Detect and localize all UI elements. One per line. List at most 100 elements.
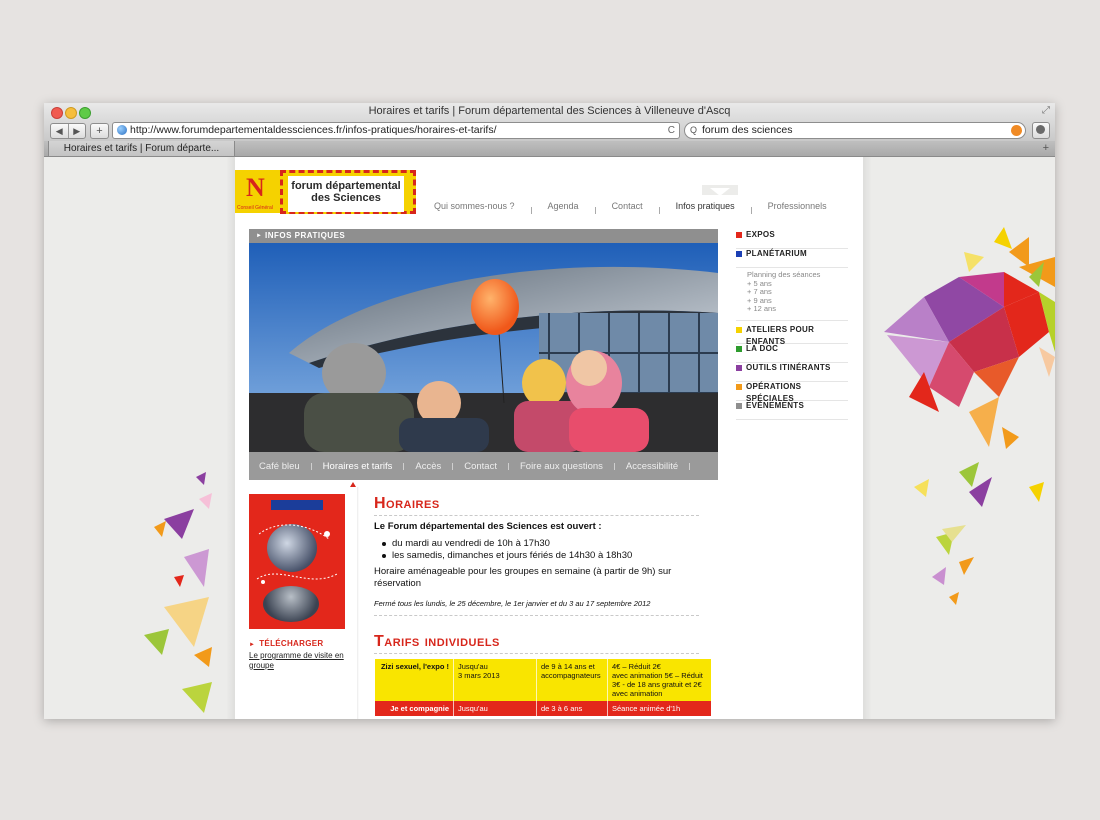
divider xyxy=(374,515,699,516)
download-heading: ► Télécharger xyxy=(249,639,323,648)
nav-separator xyxy=(750,207,752,214)
category-color-square xyxy=(736,383,742,390)
planetarium-submenu: Planning des séances + 5 ans + 7 ans + 9 an… xyxy=(736,268,848,321)
tarif-cell-price: Séance animée d'1h xyxy=(607,701,711,716)
nav-separator xyxy=(658,207,660,214)
sidebar-item-operations-speciales[interactable]: Opérations spéciales xyxy=(736,382,848,403)
tarif-cell-date: Jusqu'au xyxy=(453,701,537,716)
subnav-pointer xyxy=(350,482,356,487)
snapback-icon[interactable] xyxy=(1011,125,1022,136)
subnav-separator xyxy=(310,462,312,470)
forum-logo-text: forum départemental des Sciences xyxy=(288,176,404,212)
sidebar-item-la-doc[interactable]: La doc xyxy=(736,344,848,363)
submenu-item-12-ans[interactable]: + 12 ans xyxy=(747,304,848,314)
nav-item-professionnels[interactable]: Professionnels xyxy=(768,201,827,215)
tarif-cell-name: Je et compagnie xyxy=(374,701,454,716)
tarif-cell-name: Zizi sexuel, l'expo ! xyxy=(374,659,454,701)
hero-photo xyxy=(249,243,718,452)
subnav-item-horaires-et-tarifs[interactable]: Horaires et tarifs xyxy=(323,461,393,472)
tarif-cell-price: 4€ – Réduit 2€ avec animation 5€ – Réduit… xyxy=(607,659,711,701)
subnav-item-acces[interactable]: Accès xyxy=(415,461,441,472)
table-row: Zizi sexuel, l'expo ! Jusqu'au 3 mars 2013… xyxy=(374,659,711,701)
subnav-item-accessibilite[interactable]: Accessibilité xyxy=(626,461,678,472)
category-color-square xyxy=(736,251,742,257)
globe-icon xyxy=(117,125,127,135)
browser-window: Horaires et tarifs | Forum départemental… xyxy=(44,103,1055,719)
tab-horaires[interactable]: Horaires et tarifs | Forum départe... xyxy=(48,141,235,156)
tarif-cell-age: de 9 à 14 ans et accompagnateurs xyxy=(536,659,608,701)
sidebar-item-expos[interactable]: Expos xyxy=(736,230,848,249)
divider xyxy=(374,615,699,616)
section-heading: Infos pratiques xyxy=(265,231,346,240)
sidebar-item-label: La doc xyxy=(746,343,779,353)
forward-arrow-icon[interactable]: ▶ xyxy=(67,124,86,138)
nav-item-infos-pratiques[interactable]: Infos pratiques xyxy=(676,201,735,215)
conseil-general-logo[interactable]: N Conseil Général xyxy=(235,170,280,213)
page-viewport: N Conseil Général forum départemental de… xyxy=(44,157,1055,719)
horaires-lead: Le Forum départemental des Sciences est … xyxy=(374,521,602,532)
category-color-square xyxy=(736,326,742,333)
add-bookmark-button[interactable]: + xyxy=(90,123,109,139)
list-item: les samedis, dimanches et jours fériés d… xyxy=(382,550,632,562)
nav-item-contact[interactable]: Contact xyxy=(612,201,643,215)
main-navigation: Qui sommes-nous ? Agenda Contact Infos prat… xyxy=(434,201,827,215)
list-item: du mardi au vendredi de 10h à 17h30 xyxy=(382,538,632,550)
tab-bar: Horaires et tarifs | Forum départe... + xyxy=(44,141,1055,157)
downloads-button[interactable] xyxy=(1032,122,1050,139)
nav-item-agenda[interactable]: Agenda xyxy=(548,201,579,215)
nav-item-qui-sommes-nous[interactable]: Qui sommes-nous ? xyxy=(434,201,515,215)
content-shadow xyxy=(357,487,359,719)
forum-logo[interactable]: forum départemental des Sciences xyxy=(280,170,416,214)
subnav-separator xyxy=(689,462,691,470)
category-color-square xyxy=(736,232,742,238)
subnav-separator xyxy=(452,462,454,470)
nav-separator xyxy=(594,207,596,214)
window-title: Horaires et tarifs | Forum départemental… xyxy=(368,105,731,117)
poster-doodles xyxy=(256,524,338,584)
active-nav-pointer xyxy=(710,188,730,196)
sidebar-item-label: Planétarium xyxy=(746,249,807,258)
fullscreen-icon[interactable]: ⤢ xyxy=(1042,105,1050,116)
tarif-cell-date: Jusqu'au 3 mars 2013 xyxy=(453,659,537,701)
logo-line2: des Sciences xyxy=(311,192,381,204)
new-tab-icon[interactable]: + xyxy=(1043,142,1049,154)
category-sidebar: Expos Planétarium Planning des séances + 5 … xyxy=(736,230,848,420)
sidebar-item-label: Outils itinérants xyxy=(746,362,831,372)
sidebar-item-planetarium[interactable]: Planétarium xyxy=(736,249,848,268)
download-label: Télécharger xyxy=(259,639,324,648)
back-arrow-icon[interactable]: ◀ xyxy=(51,124,68,138)
subnav-item-contact[interactable]: Contact xyxy=(464,461,497,472)
tarifs-table: Zizi sexuel, l'expo ! Jusqu'au 3 mars 2013… xyxy=(374,659,711,716)
closure-note: Fermé tous les lundis, le 25 décembre, l… xyxy=(374,599,651,608)
sidebar-item-label: Evènements xyxy=(746,400,805,410)
page-shadow-right xyxy=(863,157,872,719)
subnav-separator xyxy=(507,462,509,470)
sub-navigation: Café bleu Horaires et tarifs Accès Contact F… xyxy=(249,452,718,480)
url-text: http://www.forumdepartementaldessciences… xyxy=(130,124,497,136)
subnav-item-foire-aux-questions[interactable]: Foire aux questions xyxy=(520,461,603,472)
search-field[interactable]: Q forum des sciences xyxy=(684,122,1026,139)
download-program-link[interactable]: Le programme de visite en groupe xyxy=(249,651,349,670)
nav-separator xyxy=(530,207,532,214)
subnav-separator xyxy=(403,462,405,470)
subnav-item-cafe-bleu[interactable]: Café bleu xyxy=(259,461,300,472)
page-shadow-left xyxy=(226,157,235,719)
search-text: forum des sciences xyxy=(702,124,793,136)
reload-icon[interactable]: C xyxy=(668,123,675,138)
groups-note: Horaire aménageable pour les groupes en … xyxy=(374,566,672,589)
sidebar-item-evenements[interactable]: Evènements xyxy=(736,401,848,420)
logo-dept: Conseil Général xyxy=(237,205,273,211)
search-icon: Q xyxy=(690,125,698,135)
sidebar-item-outils-itinerants[interactable]: Outils itinérants xyxy=(736,363,848,382)
subnav-separator xyxy=(613,462,615,470)
sidebar-item-ateliers-pour-enfants[interactable]: Ateliers pour enfants xyxy=(736,325,848,346)
arrow-right-icon: ► xyxy=(249,642,256,648)
table-row: Je et compagnie Jusqu'au de 3 à 6 ans Séanc… xyxy=(374,701,711,716)
opening-hours-list: du mardi au vendredi de 10h à 17h30 les s… xyxy=(382,538,632,562)
address-bar[interactable]: http://www.forumdepartementaldessciences… xyxy=(112,122,680,139)
category-color-square xyxy=(736,402,742,409)
history-nav: ◀ ▶ xyxy=(50,123,86,139)
logo-line1: forum départemental xyxy=(291,180,401,192)
browser-toolbar: Horaires et tarifs | Forum départemental… xyxy=(44,103,1055,142)
program-poster-thumbnail[interactable] xyxy=(249,494,345,629)
